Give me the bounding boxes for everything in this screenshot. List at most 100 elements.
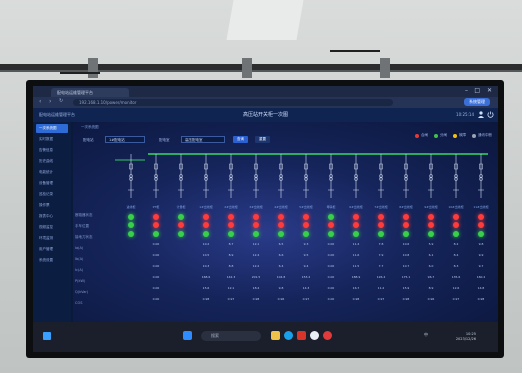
monitor-screen: 配电站运维管理平台 – □ ✕ ‹ › ↻ 192.168.1.10/power… (33, 86, 498, 352)
measurement-value: 6.0 (428, 264, 434, 268)
chrome-icon[interactable] (310, 331, 319, 340)
sidebar-item[interactable]: 操作票 (36, 201, 68, 210)
measurement-value (119, 294, 143, 305)
minimize-icon[interactable]: – (465, 87, 468, 94)
sidebar-item[interactable]: 实时数据 (36, 135, 68, 144)
feeder-symbol (278, 154, 284, 198)
legend-item: 合闸 (415, 133, 428, 138)
measurement-value (169, 261, 193, 272)
measurement-value (169, 239, 193, 250)
measurement-value: 12.6 (452, 286, 460, 290)
sidebar-item[interactable]: 告警信息 (36, 146, 68, 155)
cabinet-column[interactable]: 4#出线柜 6.5 6.6 6.4 104.8 9.8 0.96 (269, 205, 293, 305)
status-lamp-icon (353, 230, 359, 237)
feeder-symbol (228, 154, 234, 198)
legend-item: 故障 (453, 133, 466, 138)
row-label: P(kW) (75, 279, 86, 283)
wps-icon[interactable] (297, 331, 306, 340)
browser-tab[interactable]: 配电站运维管理平台 (51, 88, 129, 97)
cabinet-column[interactable]: 计量柜 (169, 205, 193, 305)
measurement-value: 0.00 (327, 275, 335, 279)
sidebar-item[interactable]: 系统设置 (36, 256, 68, 265)
sidebar-item[interactable]: 巡检记录 (36, 190, 68, 199)
taskbar-clock[interactable]: 10:25 2023/12/26 (456, 332, 476, 342)
windows-icon[interactable] (183, 331, 192, 340)
measurement-value: 12.1 (227, 286, 235, 290)
measurement-value: 10.8 (402, 253, 410, 257)
legend-dot-icon (453, 133, 457, 138)
feeder-symbol (328, 154, 334, 198)
status-lamp-icon (178, 230, 184, 237)
reset-button[interactable]: 重置 (255, 136, 270, 143)
measurement-value: 14.8 (477, 286, 485, 290)
sidebar-item[interactable]: 电能统计 (36, 168, 68, 177)
feeder-symbol (453, 154, 459, 198)
sidebar-item[interactable]: 环境监测 (36, 234, 68, 243)
measurement-value: 5.9 (428, 242, 434, 246)
sidebar-item[interactable]: 用户管理 (36, 245, 68, 254)
measurement-value: 0.96 (277, 297, 285, 301)
app-icon[interactable] (323, 331, 332, 340)
power-icon[interactable] (487, 111, 494, 118)
folder-icon[interactable] (271, 331, 280, 340)
sidebar-item[interactable]: 历史曲线 (36, 157, 68, 166)
cabinet-column[interactable]: 7#出线柜 7.8 7.9 7.7 126.4 11.2 0.97 (369, 205, 393, 305)
cabinet-column[interactable]: 8#出线柜 10.6 10.8 10.7 175.1 15.9 0.98 (394, 205, 418, 305)
measurement-value: 0.00 (152, 297, 160, 301)
feeder-symbol (303, 154, 309, 198)
reload-icon[interactable]: ↻ (59, 98, 63, 104)
cabinet-column[interactable]: 11#出线柜 9.8 9.9 9.7 160.2 14.8 0.98 (469, 205, 493, 305)
feeder-symbol (478, 154, 484, 198)
system-admin-button[interactable]: 系统管理 (464, 98, 490, 106)
room-select[interactable]: 高压配电室 (181, 136, 225, 143)
forward-icon[interactable]: › (49, 98, 51, 105)
status-legend: 合闸 分闸 故障 通讯中断 (415, 133, 492, 138)
cabinet-column[interactable]: 2#出线柜 8.7 8.9 8.8 142.3 12.1 0.97 (219, 205, 243, 305)
url-input[interactable]: 192.168.1.10/power/monitor (73, 99, 393, 106)
cabinet-name: 母联柜 (326, 205, 336, 209)
edge-icon[interactable] (284, 331, 293, 340)
maximize-icon[interactable]: □ (474, 87, 480, 94)
status-lamp-icon (378, 222, 384, 228)
cabinet-column[interactable]: 母联柜 0.00 0.00 0.00 0.00 0.00 0.00 (319, 205, 343, 305)
sidebar-item[interactable]: 设备管理 (36, 179, 68, 188)
taskbar-search[interactable]: 搜索 (201, 331, 261, 341)
measurement-value: 6.1 (428, 253, 434, 257)
cabinet-column[interactable]: 3#出线柜 12.1 12.4 12.2 201.5 18.4 0.98 (244, 205, 268, 305)
measurement-value (119, 239, 143, 250)
cabinet-name: 计量柜 (176, 205, 186, 209)
measurement-value: 7.7 (378, 264, 384, 268)
measurement-value (169, 250, 193, 261)
sidebar-item[interactable]: 一次系统图 (36, 124, 68, 133)
cabinet-column[interactable]: 9#出线柜 5.9 6.1 6.0 96.7 8.9 0.96 (419, 205, 443, 305)
feeder-group (128, 154, 484, 198)
status-lamp-icon (178, 222, 184, 228)
sidebar-item[interactable]: 报表中心 (36, 212, 68, 221)
cabinet-column[interactable]: 进线柜 (119, 205, 143, 305)
back-icon[interactable]: ‹ (39, 98, 41, 105)
cabinet-column[interactable]: PT柜 0.00 0.00 0.00 0.00 0.00 0.00 (144, 205, 168, 305)
start-icon[interactable] (43, 332, 51, 340)
cabinet-column[interactable]: 5#出线柜 9.3 9.5 9.4 153.2 14.3 0.97 (294, 205, 318, 305)
status-lamp-icon (228, 222, 234, 228)
measurement-value: 10.2 (202, 242, 210, 246)
sidebar-item[interactable]: 视频监控 (36, 223, 68, 232)
measurement-value: 0.00 (327, 242, 335, 246)
close-icon[interactable]: ✕ (487, 87, 492, 94)
single-line-diagram (115, 153, 488, 198)
cabinet-column[interactable]: 6#出线柜 11.4 11.6 11.5 188.9 16.7 0.98 (344, 205, 368, 305)
station-select[interactable]: 1#配电站 (105, 136, 145, 143)
measurement-value: 7.9 (378, 253, 384, 257)
measurement-value: 0.97 (227, 297, 235, 301)
query-button[interactable]: 查询 (233, 136, 248, 143)
cabinet-column[interactable]: 10#出线柜 8.2 8.4 8.3 135.6 12.6 0.97 (444, 205, 468, 305)
status-lamp-icon (128, 213, 134, 220)
section-title: 一次系统图 (81, 125, 99, 129)
address-bar: ‹ › ↻ 192.168.1.10/power/monitor 系统管理 (33, 97, 498, 108)
page-title: 高压站开关柜一次图 (242, 112, 288, 118)
user-icon[interactable] (478, 111, 484, 118)
measurement-value: 0.98 (402, 297, 410, 301)
tray-lang[interactable]: 中 (424, 332, 428, 338)
cabinet-column[interactable]: 1#出线柜 10.2 10.5 10.3 168.6 15.6 0.98 (194, 205, 218, 305)
sidebar-nav: 一次系统图实时数据告警信息历史曲线电能统计设备管理巡检记录操作票报表中心视频监控… (33, 122, 71, 322)
